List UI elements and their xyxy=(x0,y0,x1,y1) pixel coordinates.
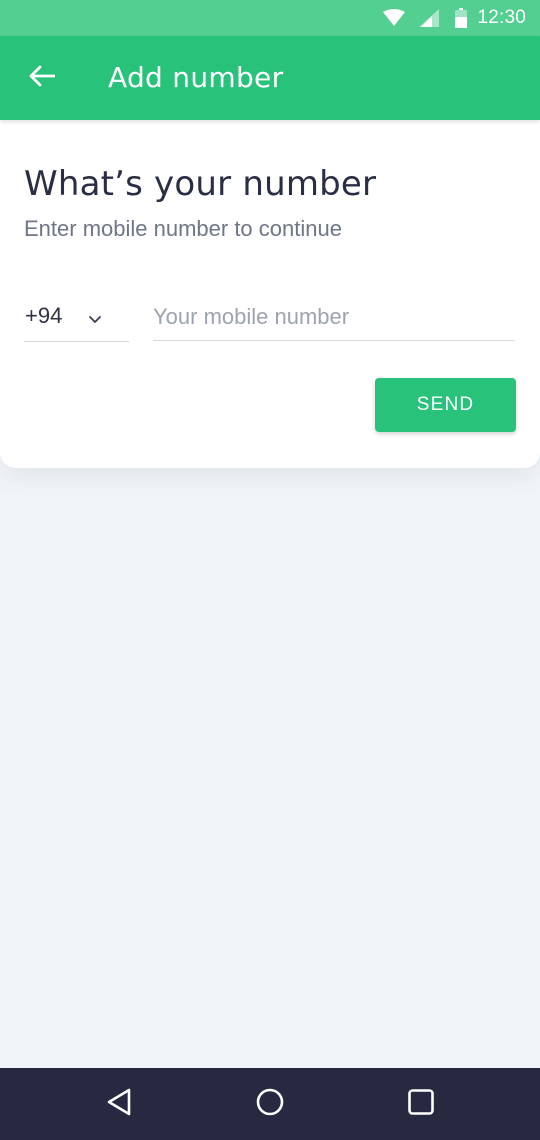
country-code-value: +94 xyxy=(25,303,63,328)
nav-recents-button[interactable] xyxy=(399,1082,443,1126)
home-circle-icon xyxy=(255,1087,285,1122)
form-subheading: Enter mobile number to continue xyxy=(24,216,342,241)
form-heading: What’s your number xyxy=(24,164,377,204)
status-bar: 12:30 xyxy=(0,0,540,36)
signal-icon xyxy=(419,9,440,27)
wifi-icon xyxy=(383,9,406,27)
nav-back-button[interactable] xyxy=(97,1082,141,1126)
app-bar: Add number xyxy=(0,36,540,120)
back-triangle-icon xyxy=(105,1087,133,1122)
battery-icon xyxy=(455,8,468,28)
arrow-left-icon xyxy=(29,65,56,92)
country-code-select[interactable]: +94 xyxy=(24,294,129,342)
status-icons: 12:30 xyxy=(383,0,526,36)
recents-square-icon xyxy=(407,1088,435,1121)
mobile-number-input[interactable] xyxy=(153,294,515,341)
app-bar-title: Add number xyxy=(108,61,284,94)
chevron-down-icon xyxy=(88,312,102,330)
back-button[interactable] xyxy=(18,54,66,102)
status-time: 12:30 xyxy=(477,7,526,28)
send-button[interactable]: SEND xyxy=(375,378,516,432)
system-nav-bar xyxy=(0,1068,540,1140)
phone-form-card: What’s your number Enter mobile number t… xyxy=(0,120,540,468)
nav-home-button[interactable] xyxy=(248,1082,292,1126)
